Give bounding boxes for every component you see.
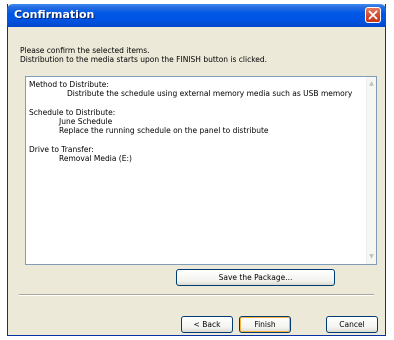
close-button[interactable] — [365, 7, 381, 23]
summary-content: Method to Distribute: Distribute the sch… — [29, 80, 365, 261]
schedule-name: June Schedule — [59, 117, 113, 126]
cancel-button[interactable]: Cancel — [326, 316, 378, 333]
save-package-button[interactable]: Save the Package... — [176, 269, 335, 286]
intro-line-2: Distribution to the media starts upon th… — [20, 55, 268, 64]
back-button[interactable]: < Back — [181, 316, 233, 333]
close-icon — [368, 10, 378, 20]
schedule-action: Replace the running schedule on the pane… — [59, 126, 269, 135]
drive-value: Removal Media (E:) — [59, 154, 132, 163]
separator — [19, 294, 374, 296]
scroll-up-icon[interactable]: ▲ — [367, 79, 376, 89]
drive-heading: Drive to Transfer: — [29, 145, 94, 154]
method-heading: Method to Distribute: — [29, 80, 109, 89]
vertical-scrollbar[interactable]: ▲ ▼ — [366, 77, 376, 264]
scroll-down-icon[interactable]: ▼ — [367, 252, 376, 262]
schedule-heading: Schedule to Distribute: — [29, 108, 116, 117]
method-value: Distribute the schedule using external m… — [67, 89, 353, 98]
title-bar[interactable]: Confirmation — [7, 4, 386, 27]
finish-button[interactable]: Finish — [239, 316, 291, 333]
dialog-title: Confirmation — [14, 8, 95, 21]
intro-text: Please confirm the selected items. Distr… — [20, 46, 380, 64]
summary-listbox[interactable]: Method to Distribute: Distribute the sch… — [25, 76, 377, 265]
confirmation-dialog: Confirmation Please confirm the selected… — [7, 4, 386, 336]
intro-line-1: Please confirm the selected items. — [20, 46, 150, 55]
